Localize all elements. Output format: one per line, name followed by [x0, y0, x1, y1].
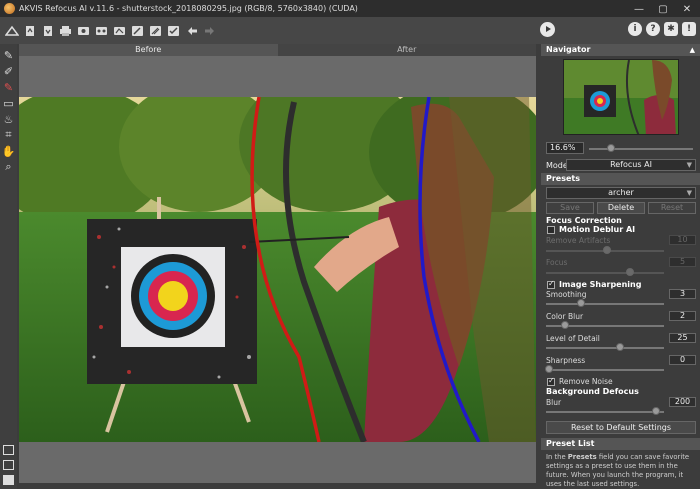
hand-icon[interactable]: ✋	[0, 143, 17, 159]
brush-icon[interactable]	[129, 22, 146, 39]
color-blur-label: Color Blur	[546, 312, 584, 321]
open-icon[interactable]	[21, 22, 38, 39]
tab-before[interactable]: Before	[19, 44, 278, 56]
maximize-button[interactable]: ▢	[654, 3, 672, 15]
background-brush-icon[interactable]: ✎	[0, 79, 17, 95]
focus-area-icon[interactable]: ✐	[0, 63, 17, 79]
image-sharpening-checkbox[interactable]	[547, 279, 555, 289]
remove-artifacts-handle[interactable]	[603, 246, 611, 254]
smoothing-value[interactable]: 3	[669, 289, 696, 299]
level-of-detail-label: Level of Detail	[546, 334, 600, 343]
color-blur-slider-handle[interactable]	[561, 321, 569, 329]
level-of-detail-slider-handle[interactable]	[616, 343, 624, 351]
remove-noise-checkbox[interactable]	[547, 376, 555, 386]
level-of-detail-slider[interactable]	[546, 347, 664, 349]
image-sharpening-label: Image Sharpening	[559, 280, 642, 289]
view-quick-icon[interactable]	[3, 475, 14, 485]
presets-header: Presets	[541, 173, 700, 185]
mode-value: Refocus AI	[610, 160, 652, 169]
redo-icon[interactable]	[201, 22, 218, 39]
settings-icon[interactable]: ✱	[664, 22, 678, 36]
smoothing-slider[interactable]	[546, 303, 664, 305]
close-button[interactable]: ✕	[678, 3, 696, 15]
save-icon[interactable]	[39, 22, 56, 39]
settings-panel: Navigator ▲ 16.6% Mode: Refocus AI ▼ Pre…	[541, 44, 700, 489]
zoom-field[interactable]: 16.6%	[546, 142, 584, 154]
sharpness-slider-handle[interactable]	[545, 365, 553, 373]
window-title: AKVIS Refocus AI v.11.6 - shutterstock_2…	[19, 4, 358, 13]
news-icon[interactable]: !	[682, 22, 696, 36]
sharpness-value[interactable]: 0	[669, 355, 696, 365]
blur-value[interactable]: 200	[669, 397, 696, 407]
share-icon[interactable]	[75, 22, 92, 39]
blur-slider-handle[interactable]	[652, 407, 660, 415]
navigator-thumbnail[interactable]	[563, 59, 679, 135]
info-icon[interactable]: i	[628, 22, 642, 36]
title-bar: AKVIS Refocus AI v.11.6 - shutterstock_2…	[0, 0, 700, 17]
focus-value[interactable]: 5	[669, 257, 696, 267]
preset-list-help: In the Presets field you can save favori…	[546, 453, 690, 488]
zoom-icon[interactable]: ⌕	[0, 159, 17, 175]
mode-select[interactable]: Refocus AI ▼	[566, 159, 696, 171]
history-brush-icon[interactable]: ♨	[0, 111, 17, 127]
tab-after[interactable]: After	[277, 44, 536, 56]
batch-icon[interactable]	[93, 22, 110, 39]
print-icon[interactable]	[57, 22, 74, 39]
chevron-down-icon: ▼	[686, 189, 692, 197]
motion-deblur-checkbox[interactable]	[547, 226, 555, 234]
focus-label: Focus	[546, 258, 568, 267]
color-blur-value[interactable]: 2	[669, 311, 696, 321]
batch2-icon[interactable]	[111, 22, 128, 39]
app-logo-icon	[4, 3, 15, 14]
focus-brush-icon[interactable]: ✎	[0, 47, 17, 63]
remove-artifacts-value[interactable]: 10	[669, 235, 696, 245]
view-tabs: Before After	[19, 44, 536, 56]
focus-slider-handle[interactable]	[626, 268, 634, 276]
image-canvas[interactable]	[19, 56, 536, 483]
toolbar: i ? ✱ !	[0, 17, 700, 44]
preset-select[interactable]: archer ▼	[546, 187, 696, 199]
view-single-icon[interactable]	[3, 445, 14, 455]
level-of-detail-value[interactable]: 25	[669, 333, 696, 343]
tools-panel: ✎ ✐ ✎ ▭ ♨ ⌗ ✋ ⌕	[0, 44, 17, 489]
navigator-header: Navigator ▲	[541, 44, 700, 56]
chevron-down-icon: ▼	[686, 161, 692, 169]
minimize-button[interactable]: —	[630, 3, 648, 15]
brush2-icon[interactable]	[147, 22, 164, 39]
focus-slider[interactable]	[546, 272, 664, 274]
remove-artifacts-label: Remove Artifacts	[546, 236, 611, 245]
preset-list-header: Preset List	[541, 438, 700, 450]
home-icon[interactable]	[3, 22, 20, 39]
motion-deblur-label: Motion Deblur AI	[559, 225, 636, 234]
undo-icon[interactable]	[183, 22, 200, 39]
smoothing-slider-handle[interactable]	[577, 299, 585, 307]
remove-noise-label: Remove Noise	[559, 377, 613, 386]
brush3-icon[interactable]	[165, 22, 182, 39]
focus-correction-title: Focus Correction	[546, 216, 622, 225]
delete-preset-button[interactable]: Delete	[597, 202, 645, 214]
zoom-slider-track[interactable]	[589, 148, 693, 150]
reset-defaults-button[interactable]: Reset to Default Settings	[546, 421, 696, 434]
zoom-slider-handle[interactable]	[607, 144, 615, 152]
preset-value: archer	[608, 188, 634, 197]
collapse-arrow-icon[interactable]: ▲	[690, 44, 695, 56]
blur-label: Blur	[546, 398, 562, 407]
help-icon[interactable]: ?	[646, 22, 660, 36]
sharpness-label: Sharpness	[546, 356, 586, 365]
background-defocus-title: Background Defocus	[546, 387, 639, 396]
eraser-icon[interactable]: ▭	[0, 95, 17, 111]
save-preset-button[interactable]: Save	[546, 202, 594, 214]
smoothing-label: Smoothing	[546, 290, 587, 299]
sharpness-slider[interactable]	[546, 369, 664, 371]
photo	[19, 97, 536, 442]
blur-slider[interactable]	[546, 411, 664, 413]
view-split-icon[interactable]	[3, 460, 14, 470]
run-icon[interactable]	[540, 22, 555, 37]
reset-preset-button[interactable]: Reset	[648, 202, 696, 214]
crop-icon[interactable]: ⌗	[0, 127, 17, 143]
